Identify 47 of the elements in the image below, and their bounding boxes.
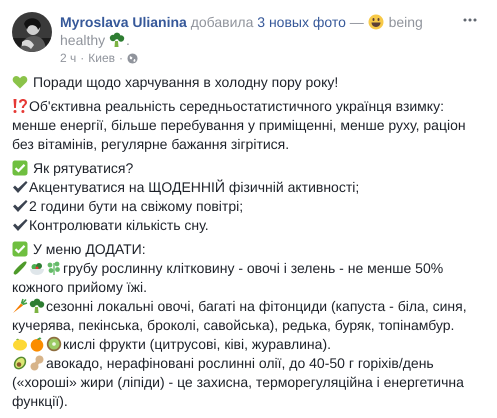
tangerine-icon xyxy=(29,336,45,352)
globe-icon[interactable] xyxy=(127,52,138,64)
exclamation-question-icon xyxy=(12,98,28,114)
feeling-text: healthy xyxy=(60,32,106,48)
action-text: добавила xyxy=(190,14,254,30)
herb-icon xyxy=(46,260,62,276)
avocado-icon xyxy=(12,355,28,371)
post-text: Контролювати кількість сну. xyxy=(29,217,209,233)
author-link[interactable]: Myroslava Ulianina xyxy=(60,14,187,30)
peanut-icon xyxy=(29,355,45,371)
dash-text: — xyxy=(350,14,364,30)
post-text: У меню ДОДАТИ: xyxy=(33,241,146,257)
post-text: («хороші» жири (ліпіди) - це захисна, терморегуляційна і енергетична xyxy=(12,374,464,390)
more-options-icon[interactable] xyxy=(463,18,477,22)
post-text: кучерява, пекінська, броколі, савойська), редька, буряк, топінамбур. xyxy=(12,317,454,333)
post-text: без вітамінів, регулярне бажання зігрітися. xyxy=(12,136,290,152)
post-text: функції). xyxy=(12,393,68,409)
post-text: кислі фрукти (цитрусові, ківі, журавлина). xyxy=(63,336,331,352)
post-text: менше енергії, більше перебування у приміщенні, менше руху, раціон xyxy=(12,117,466,133)
kiwi-icon xyxy=(46,336,62,352)
post-text: Поради щодо харчування в холодну пору року! xyxy=(33,74,338,90)
post-text: Об'єктивна реальність середньостатистичного українця взимку: xyxy=(29,98,444,114)
check-mark-icon xyxy=(12,217,28,233)
lemon-icon xyxy=(12,336,28,352)
post-text: сезонні локальні овочі, багаті на фітонциди (капуста - біла, синя, xyxy=(46,298,467,314)
separator-dot: · xyxy=(80,51,84,65)
post-text: авокадо, нерафіновані рослинні олії, до 40-50 г горіхів/день xyxy=(46,355,434,371)
post-text: Акцентуватися на ЩОДЕННІЙ фізичній активності; xyxy=(29,179,360,195)
carrot-icon xyxy=(12,298,28,314)
cucumber-icon xyxy=(12,260,28,276)
check-mark-icon xyxy=(12,198,28,214)
post-text: кожного прийому їжі. xyxy=(12,279,147,295)
post-text: Як рятуватися? xyxy=(33,160,134,176)
post-text: грубу рослинну клітковину - овочі і зелень - не менше 50% xyxy=(63,260,444,276)
broccoli-icon xyxy=(29,298,45,314)
period-text: . xyxy=(126,32,130,48)
separator-dot: · xyxy=(119,51,124,65)
salad-bowl-icon xyxy=(29,260,45,276)
broccoli-icon xyxy=(109,32,126,48)
check-box-icon xyxy=(12,241,28,257)
heart-icon xyxy=(12,74,28,90)
feeling-text: being xyxy=(388,14,423,30)
check-box-icon xyxy=(12,160,28,176)
smiley-icon xyxy=(368,14,384,30)
post-text: 2 години бути на свіжому повітрі; xyxy=(29,198,244,214)
photos-link[interactable]: 3 новых фото xyxy=(257,14,346,30)
check-mark-icon xyxy=(12,179,28,195)
